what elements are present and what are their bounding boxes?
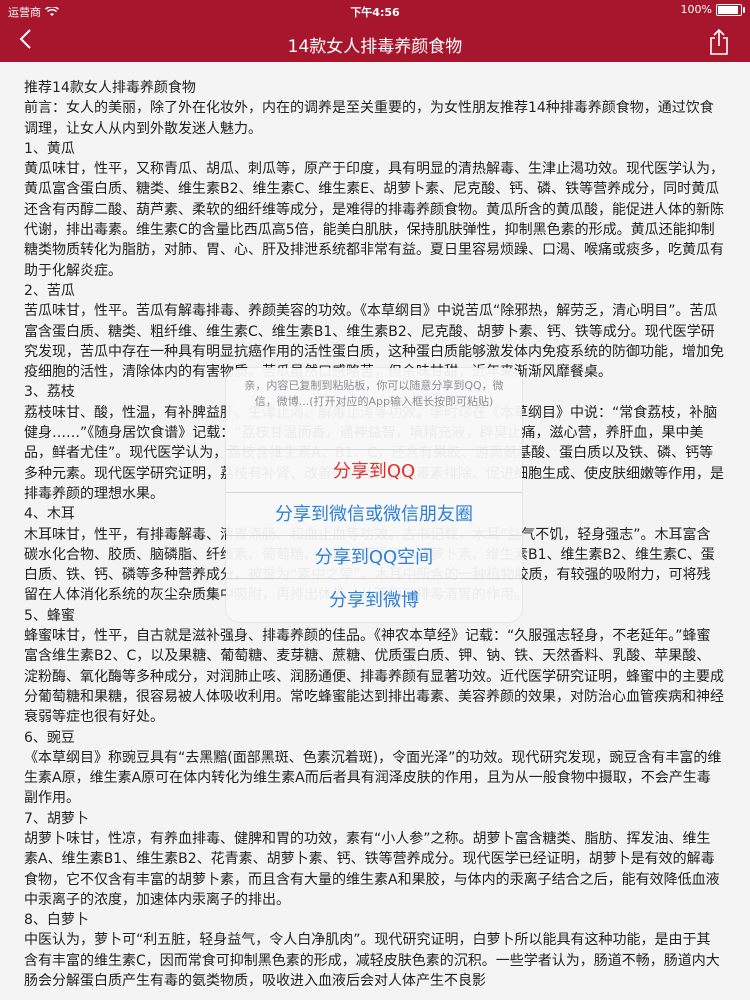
share-button[interactable]	[706, 28, 732, 56]
paragraph: 《本草纲目》称豌豆具有“去黑黯(面部黑斑、色素沉着斑)，令面光泽”的功效。现代研…	[24, 749, 722, 807]
paragraph: 蜂蜜味甘，性平，自古就是滋补强身、排毒养颜的佳品。《神农本草经》记载：“久服强志…	[24, 628, 724, 726]
share-sheet-message: 亲，内容已复制到粘贴板，你可以随意分享到QQ，微信，微博...(打开对应的App…	[244, 379, 504, 408]
page-title: 14款女人排毒养颜食物	[287, 37, 463, 57]
share-to-qzone-button[interactable]: 分享到QQ空间	[226, 535, 522, 579]
section-heading: 7、胡萝卜	[24, 810, 89, 827]
status-bar: 运营商 下午4:56 100%	[0, 0, 750, 22]
paragraph: 胡萝卜味甘，性凉，有养血排毒、健脾和胃的功效，素有“小人参”之称。胡萝卜富含糖类…	[24, 830, 720, 908]
share-sheet: 亲，内容已复制到粘贴板，你可以随意分享到QQ，微信，微博...(打开对应的App…	[226, 368, 522, 622]
status-time: 下午4:56	[350, 6, 400, 19]
section-heading: 6、豌豆	[24, 729, 75, 746]
battery-icon	[716, 3, 745, 16]
paragraph: 前言：女人的美丽，除了外在化妆外，内在的调养是至关重要的，为女性朋友推荐14种排…	[24, 100, 714, 137]
battery-percent: 100%	[680, 3, 712, 16]
status-right: 100%	[680, 3, 745, 16]
share-to-qq-button[interactable]: 分享到QQ	[226, 449, 522, 493]
share-icon	[710, 28, 728, 55]
paragraph: 推荐14款女人排毒养颜食物	[24, 80, 196, 96]
paragraph: 黄瓜味甘，性平，又称青瓜、胡瓜、刺瓜等，原产于印度，具有明显的清热解毒、生津止渴…	[24, 161, 724, 279]
share-to-wechat-button[interactable]: 分享到微信或微信朋友圈	[226, 492, 522, 536]
paragraph: 中医认为，萝卜可“利五脏，轻身益气，令人白净肌肉”。现代研究证明，白萝卜所以能具…	[24, 932, 720, 990]
section-heading: 2、苦瓜	[24, 282, 75, 299]
navigation-bar: 14款女人排毒养颜食物	[0, 22, 750, 62]
section-heading: 1、黄瓜	[24, 140, 75, 157]
share-to-weibo-button[interactable]: 分享到微博	[226, 578, 522, 622]
section-heading: 8、白萝卜	[24, 912, 89, 929]
